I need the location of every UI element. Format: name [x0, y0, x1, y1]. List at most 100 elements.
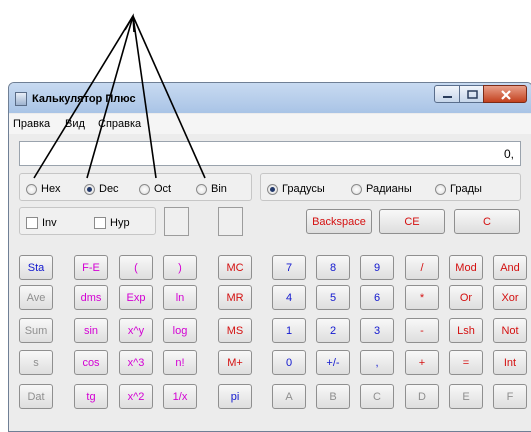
close-button[interactable]	[483, 85, 527, 103]
key-button[interactable]: Int	[493, 350, 527, 375]
key-button[interactable]: Mod	[449, 255, 483, 280]
menu-edit[interactable]: Правка	[13, 118, 50, 130]
key-button[interactable]: 7	[272, 255, 306, 280]
checkbox-inv[interactable]: Inv	[26, 217, 57, 229]
key-button[interactable]: F	[493, 384, 527, 409]
radio-dec[interactable]: Dec	[84, 183, 119, 195]
key-button[interactable]: MS	[218, 318, 252, 343]
clear-entry-button[interactable]: CE	[379, 209, 445, 234]
minimize-button[interactable]	[434, 85, 460, 103]
key-button[interactable]: Sum	[19, 318, 53, 343]
radio-degrees-indicator	[267, 183, 278, 195]
key-button[interactable]: )	[163, 255, 197, 280]
key-button[interactable]: ,	[360, 350, 394, 375]
key-button[interactable]: Exp	[119, 285, 153, 310]
key-button[interactable]: Not	[493, 318, 527, 343]
key-button[interactable]: 8	[316, 255, 350, 280]
key-button[interactable]: C	[360, 384, 394, 409]
radio-oct[interactable]: Oct	[139, 183, 171, 195]
key-button[interactable]: B	[316, 384, 350, 409]
menu-bar: Правка Вид Справка	[9, 114, 531, 134]
key-button[interactable]: n!	[163, 350, 197, 375]
key-button[interactable]: 0	[272, 350, 306, 375]
calculator-app-icon	[15, 92, 27, 106]
key-button[interactable]: *	[405, 285, 439, 310]
radio-grads-indicator	[435, 183, 446, 195]
key-button[interactable]: MR	[218, 285, 252, 310]
key-button[interactable]: Or	[449, 285, 483, 310]
menu-view[interactable]: Вид	[65, 118, 85, 130]
key-button[interactable]: Dat	[19, 384, 53, 409]
key-button[interactable]: 2	[316, 318, 350, 343]
memory-indicator	[218, 207, 243, 236]
backspace-button[interactable]: Backspace	[306, 209, 372, 234]
key-button[interactable]: 1/x	[163, 384, 197, 409]
key-button[interactable]: =	[449, 350, 483, 375]
title-bar[interactable]: Калькулятор Плюс	[9, 83, 531, 113]
key-button[interactable]: D	[405, 384, 439, 409]
key-button[interactable]: x^2	[119, 384, 153, 409]
key-button[interactable]: x^3	[119, 350, 153, 375]
key-button[interactable]: -	[405, 318, 439, 343]
calculator-window: Калькулятор Плюс Правка Вид Справка 0, H…	[8, 82, 531, 432]
key-button[interactable]: dms	[74, 285, 108, 310]
parenthesis-indicator	[164, 207, 189, 236]
checkbox-hyp-box	[94, 217, 106, 229]
key-button[interactable]: log	[163, 318, 197, 343]
key-button[interactable]: A	[272, 384, 306, 409]
key-button[interactable]: 4	[272, 285, 306, 310]
key-button[interactable]: Xor	[493, 285, 527, 310]
key-button[interactable]: +/-	[316, 350, 350, 375]
key-button[interactable]: F-E	[74, 255, 108, 280]
checkbox-hyp[interactable]: Hyp	[94, 217, 130, 229]
radio-hex-indicator	[26, 183, 37, 195]
key-button[interactable]: 3	[360, 318, 394, 343]
key-button[interactable]: 6	[360, 285, 394, 310]
radio-radians[interactable]: Радианы	[351, 183, 412, 195]
key-button[interactable]: cos	[74, 350, 108, 375]
result-display: 0,	[19, 141, 521, 166]
window-title: Калькулятор Плюс	[32, 93, 136, 105]
radio-bin-label: Bin	[211, 183, 227, 195]
radio-dec-label: Dec	[99, 183, 119, 195]
key-button[interactable]: And	[493, 255, 527, 280]
key-button[interactable]: (	[119, 255, 153, 280]
radio-oct-label: Oct	[154, 183, 172, 195]
key-button[interactable]: x^y	[119, 318, 153, 343]
key-button[interactable]: ln	[163, 285, 197, 310]
radio-bin[interactable]: Bin	[196, 183, 227, 195]
key-button[interactable]: 9	[360, 255, 394, 280]
key-button[interactable]: M+	[218, 350, 252, 375]
angle-mode-group: Градусы Радианы Грады	[260, 173, 521, 201]
key-button[interactable]: 1	[272, 318, 306, 343]
radio-dec-indicator	[84, 183, 95, 195]
key-button[interactable]: E	[449, 384, 483, 409]
key-button[interactable]: MC	[218, 255, 252, 280]
close-icon	[501, 90, 511, 100]
key-button[interactable]: +	[405, 350, 439, 375]
key-button[interactable]: Ave	[19, 285, 53, 310]
menu-help[interactable]: Справка	[98, 118, 141, 130]
key-button[interactable]: sin	[74, 318, 108, 343]
key-button[interactable]: Sta	[19, 255, 53, 280]
radio-grads-label: Грады	[450, 183, 482, 195]
key-button[interactable]: /	[405, 255, 439, 280]
key-button[interactable]: s	[19, 350, 53, 375]
key-button[interactable]: 5	[316, 285, 350, 310]
key-button[interactable]: pi	[218, 384, 252, 409]
maximize-button[interactable]	[459, 85, 484, 103]
radio-oct-indicator	[139, 183, 150, 195]
key-button[interactable]: Lsh	[449, 318, 483, 343]
display-value: 0,	[503, 147, 514, 161]
radio-hex[interactable]: Hex	[26, 183, 61, 195]
key-button[interactable]: tg	[74, 384, 108, 409]
radio-bin-indicator	[196, 183, 207, 195]
radio-radians-indicator	[351, 183, 362, 195]
checkbox-inv-box	[26, 217, 38, 229]
clear-button[interactable]: C	[454, 209, 520, 234]
radio-radians-label: Радианы	[366, 183, 412, 195]
radio-grads[interactable]: Грады	[435, 183, 482, 195]
function-options-group: Inv Hyp	[19, 207, 156, 235]
radio-degrees-label: Градусы	[282, 183, 325, 195]
radio-degrees[interactable]: Градусы	[267, 183, 325, 195]
